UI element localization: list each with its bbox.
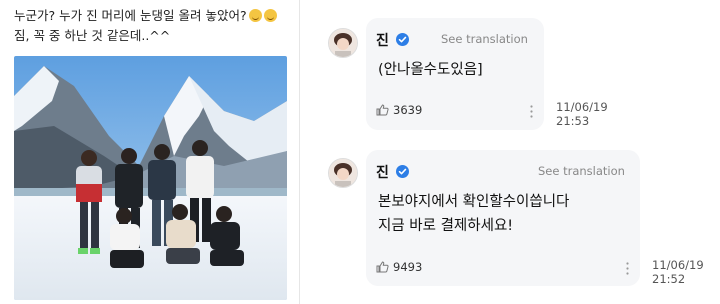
comment-text-line: 본보야지에서 확인할수이씁니다 [378,194,570,210]
comment-text: 본보야지에서 확인할수이씁니다 지금 바로 결제하세요! [378,190,569,238]
comment-text-line: 지금 바로 결제하세요! [378,218,514,234]
like-control[interactable]: 9493 [376,260,422,274]
see-translation-link[interactable]: See translation [538,164,625,178]
like-count: 3639 [393,103,423,117]
comment-timestamp: 11/06/19 21:52 [652,258,704,286]
like-thumb-icon [376,261,389,273]
comment-text-line: (안나올수도있음] [378,62,483,78]
post-photo[interactable] [14,56,287,300]
comment-date: 11/06/19 [556,100,608,114]
like-thumb-icon [376,104,389,116]
caption-line-1: 누군가? 누가 진 머리에 눈댕일 올려 놓았어? [14,8,247,23]
comment-time: 21:53 [556,114,590,128]
smile-emoji-icon [248,9,262,22]
caption-line-2: 짐, 꼭 중 하난 것 같은데..^^ [14,28,171,43]
post-caption: 누군가? 누가 진 머리에 눈댕일 올려 놓았어? 짐, 꼭 중 하난 것 같은… [14,6,296,46]
avatar-image [329,29,357,57]
comment-author[interactable]: 진 [376,162,389,182]
comment-time: 21:52 [652,272,686,286]
verified-badge-icon [396,33,409,46]
comment-thread: 진 See translation (안나올수도있음] 3639 11/06/1… [300,0,720,304]
more-dots-icon[interactable] [530,105,533,118]
comment-date: 11/06/19 [652,258,704,272]
like-count: 9493 [393,260,423,274]
smile-emoji-icon [263,9,277,22]
post-panel: 누군가? 누가 진 머리에 눈댕일 올려 놓았어? 짐, 꼭 중 하난 것 같은… [0,0,300,304]
comment-bubble: 진 See translation 본보야지에서 확인할수이씁니다 지금 바로 … [366,150,640,286]
comment-bubble: 진 See translation (안나올수도있음] 3639 [366,18,544,130]
comment-text: (안나올수도있음] [378,58,483,82]
comment-author[interactable]: 진 [376,30,389,50]
avatar-image [329,159,357,187]
verified-badge-icon [396,165,409,178]
more-dots-icon[interactable] [626,262,629,275]
see-translation-link[interactable]: See translation [441,32,528,46]
avatar[interactable] [328,158,358,188]
like-control[interactable]: 3639 [376,103,422,117]
comment-timestamp: 11/06/19 21:53 [556,100,608,128]
mountain-group-photo [14,56,287,300]
avatar[interactable] [328,28,358,58]
